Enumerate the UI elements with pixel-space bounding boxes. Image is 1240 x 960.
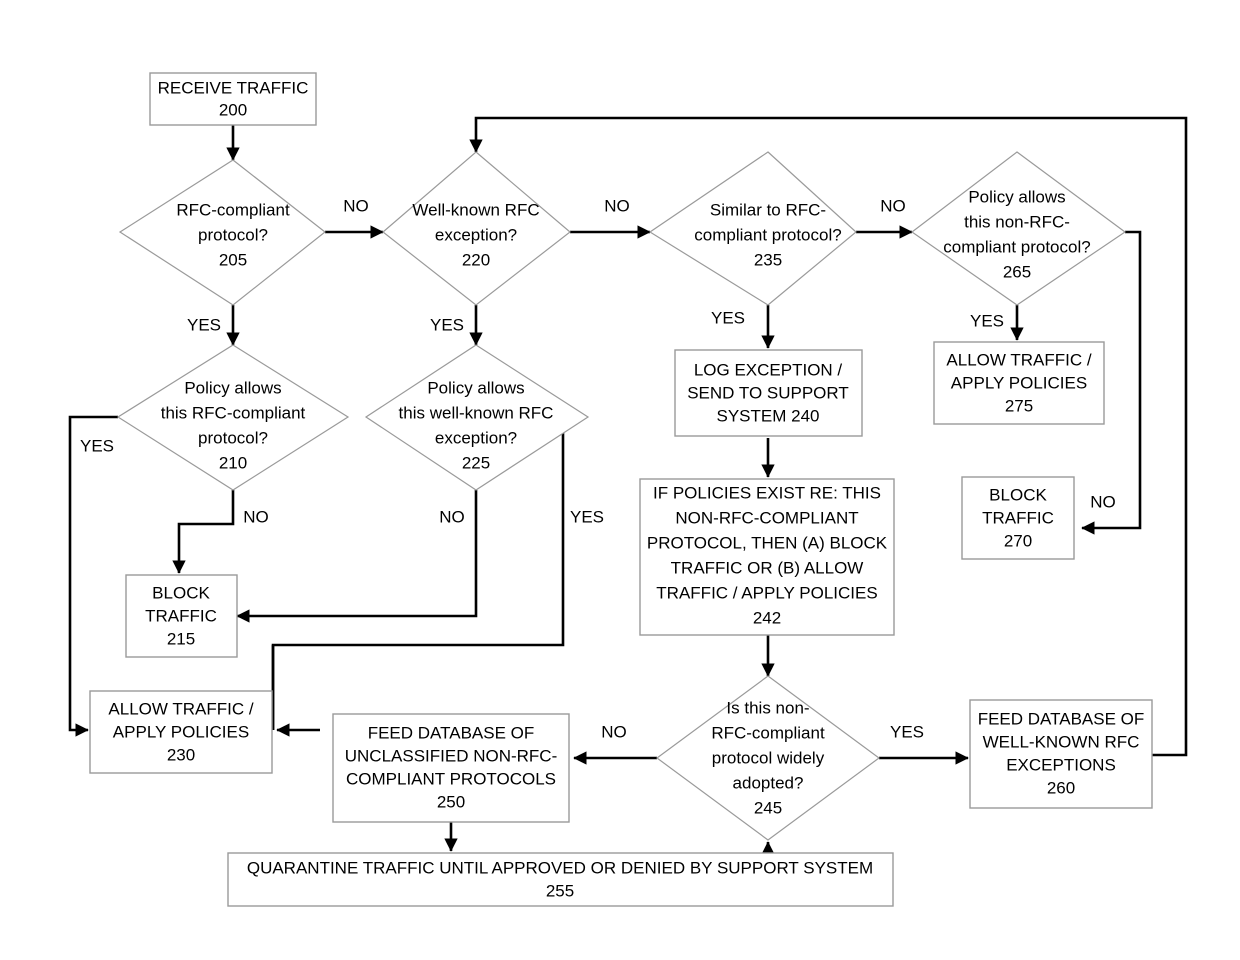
node-235-line3: 235	[754, 250, 782, 269]
node-250-line2: UNCLASSIFIED NON-RFC-	[345, 746, 558, 765]
node-245-line4: adopted?	[733, 773, 804, 792]
node-250-line3: COMPLIANT PROTOCOLS	[346, 769, 556, 788]
node-260-line2: WELL-KNOWN RFC	[983, 732, 1140, 751]
edge-label-245-yes: YES	[890, 722, 924, 741]
node-215-line1: BLOCK	[152, 583, 210, 602]
node-250-line4: 250	[437, 792, 465, 811]
node-220-line1: Well-known RFC	[412, 200, 539, 219]
node-270-line2: TRAFFIC	[982, 508, 1054, 527]
node-260-feed-db-well-known[interactable]: FEED DATABASE OF WELL-KNOWN RFC EXCEPTIO…	[969, 699, 1153, 809]
node-245-line5: 245	[754, 798, 782, 817]
node-242-line2: NON-RFC-COMPLIANT	[675, 508, 858, 527]
edge-label-205-yes: YES	[187, 315, 221, 334]
node-230-line1: ALLOW TRAFFIC /	[108, 699, 253, 718]
node-235-line1: Similar to RFC-	[710, 200, 826, 219]
node-265-line3: compliant protocol?	[943, 237, 1090, 256]
node-210-line1: Policy allows	[184, 378, 281, 397]
node-242-line5: TRAFFIC / APPLY POLICIES	[656, 583, 877, 602]
edge-label-205-no: NO	[343, 196, 369, 215]
edge-label-265-no: NO	[1090, 492, 1116, 511]
edge-label-210-no: NO	[243, 507, 269, 526]
node-250-feed-db-unclassified[interactable]: FEED DATABASE OF UNCLASSIFIED NON-RFC- C…	[332, 713, 570, 823]
node-260-line1: FEED DATABASE OF	[978, 709, 1145, 728]
node-230-line3: 230	[167, 745, 195, 764]
node-270-line1: BLOCK	[989, 485, 1047, 504]
node-255-line1: QUARANTINE TRAFFIC UNTIL APPROVED OR DEN…	[247, 858, 873, 877]
node-240-line2: SEND TO SUPPORT	[687, 383, 849, 402]
node-215-line3: 215	[167, 629, 195, 648]
edge-label-265-yes: YES	[970, 311, 1004, 330]
node-242-line4: TRAFFIC OR (B) ALLOW	[671, 558, 864, 577]
node-245-line1: Is this non-	[726, 698, 809, 717]
node-245-line3: protocol widely	[712, 748, 825, 767]
node-210-line4: 210	[219, 453, 247, 472]
node-220-line2: exception?	[435, 225, 517, 244]
node-200-line2: 200	[219, 100, 247, 119]
edge-label-245-no: NO	[601, 722, 627, 741]
edge-label-235-yes: YES	[711, 308, 745, 327]
node-270-line3: 270	[1004, 531, 1032, 550]
node-270-block-traffic[interactable]: BLOCK TRAFFIC 270	[961, 476, 1075, 560]
node-255-quarantine-traffic[interactable]: QUARANTINE TRAFFIC UNTIL APPROVED OR DEN…	[227, 852, 894, 907]
node-230-allow-traffic-apply-policies[interactable]: ALLOW TRAFFIC / APPLY POLICIES 230	[89, 690, 273, 774]
node-240-line1: LOG EXCEPTION /	[694, 360, 843, 379]
edge-label-220-no: NO	[604, 196, 630, 215]
node-235-line2: compliant protocol?	[694, 225, 841, 244]
node-225-line3: exception?	[435, 428, 517, 447]
edge-label-225-yes: YES	[570, 507, 604, 526]
node-265-line4: 265	[1003, 262, 1031, 281]
node-265-line1: Policy allows	[968, 187, 1065, 206]
node-205-line3: 205	[219, 250, 247, 269]
node-205-line2: protocol?	[198, 225, 268, 244]
node-200-receive-traffic[interactable]: RECEIVE TRAFFIC 200	[149, 72, 317, 126]
node-225-line1: Policy allows	[427, 378, 524, 397]
node-242-if-policies-exist[interactable]: IF POLICIES EXIST RE: THIS NON-RFC-COMPL…	[639, 478, 895, 636]
node-240-log-exception-send-to-support[interactable]: LOG EXCEPTION / SEND TO SUPPORT SYSTEM 2…	[674, 349, 863, 437]
node-215-block-traffic[interactable]: BLOCK TRAFFIC 215	[125, 574, 238, 658]
node-210-line2: this RFC-compliant	[161, 403, 306, 422]
node-200-line1: RECEIVE TRAFFIC	[158, 78, 309, 97]
node-275-line2: APPLY POLICIES	[951, 373, 1087, 392]
node-225-line2: this well-known RFC	[399, 403, 554, 422]
node-230-line2: APPLY POLICIES	[113, 722, 249, 741]
node-245-line2: RFC-compliant	[711, 723, 825, 742]
node-275-line1: ALLOW TRAFFIC /	[946, 350, 1091, 369]
node-255-line2: 255	[546, 881, 574, 900]
node-260-line4: 260	[1047, 778, 1075, 797]
node-215-line2: TRAFFIC	[145, 606, 217, 625]
node-260-line3: EXCEPTIONS	[1006, 755, 1116, 774]
node-205-line1: RFC-compliant	[176, 200, 290, 219]
node-210-line3: protocol?	[198, 428, 268, 447]
node-242-line6: 242	[753, 608, 781, 627]
node-250-line1: FEED DATABASE OF	[368, 723, 535, 742]
node-242-line1: IF POLICIES EXIST RE: THIS	[653, 483, 881, 502]
edge-label-235-no: NO	[880, 196, 906, 215]
node-240-line3: SYSTEM 240	[717, 406, 820, 425]
node-242-line3: PROTOCOL, THEN (A) BLOCK	[647, 533, 888, 552]
edge-label-210-yes: YES	[80, 436, 114, 455]
flowchart-svg: RECEIVE TRAFFIC 200 RFC-compliant protoc…	[0, 0, 1240, 960]
diagram-canvas: RECEIVE TRAFFIC 200 RFC-compliant protoc…	[0, 0, 1240, 960]
node-275-line3: 275	[1005, 396, 1033, 415]
node-225-line4: 225	[462, 453, 490, 472]
node-220-line3: 220	[462, 250, 490, 269]
edge-label-225-no: NO	[439, 507, 465, 526]
node-265-line2: this non-RFC-	[964, 212, 1070, 231]
edge-label-220-yes: YES	[430, 315, 464, 334]
node-275-allow-traffic-apply-policies[interactable]: ALLOW TRAFFIC / APPLY POLICIES 275	[933, 341, 1105, 425]
